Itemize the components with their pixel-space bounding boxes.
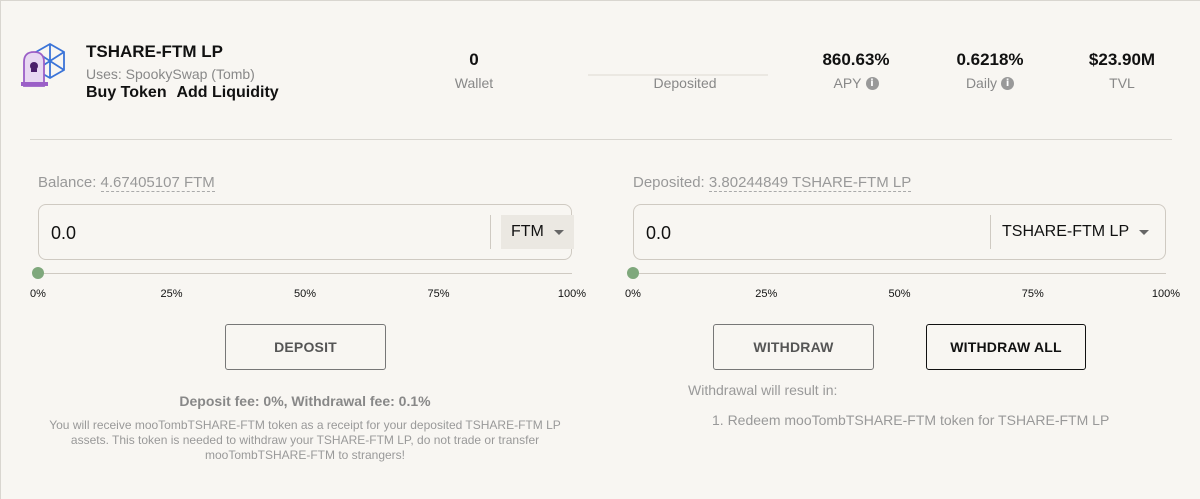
stat-apy: 860.63% APY i [806, 50, 906, 91]
withdraw-amount-input[interactable] [646, 219, 946, 247]
withdraw-deposited-amount[interactable]: 3.80244849 TSHARE-FTM LP [708, 174, 912, 192]
apy-info-icon[interactable]: i [865, 76, 879, 90]
withdraw-slider-track[interactable] [633, 273, 1166, 274]
withdraw-result-step: 1. Redeem mooTombTSHARE-FTM token for TS… [712, 412, 1110, 428]
deposit-balance-amount[interactable]: 4.67405107 FTM [100, 174, 215, 192]
header-divider [30, 139, 1172, 140]
deposit-button[interactable]: DEPOSIT [225, 324, 386, 370]
slider-percent-label[interactable]: 100% [1152, 288, 1180, 300]
tvl-value: $23.90M [1088, 50, 1156, 69]
slider-percent-label[interactable]: 0% [625, 288, 641, 300]
apy-label: APY i [806, 75, 906, 91]
apy-value: 860.63% [822, 50, 890, 69]
deposit-amount-input[interactable] [51, 219, 351, 247]
daily-label: Daily i [940, 75, 1040, 91]
withdraw-slider-handle[interactable] [627, 267, 639, 279]
stat-tvl: $23.90M TVL [1072, 50, 1172, 91]
chevron-down-icon [553, 229, 564, 235]
stat-wallet: 0 Wallet [434, 50, 514, 91]
daily-value: 0.6218% [956, 50, 1024, 69]
withdraw-token-select[interactable]: TSHARE-FTM LP [992, 215, 1159, 249]
slider-percent-label[interactable]: 100% [558, 288, 586, 300]
withdraw-input-separator [990, 215, 991, 249]
deposit-slider-handle[interactable] [32, 267, 44, 279]
wallet-label: Wallet [454, 75, 494, 91]
add-liquidity-link[interactable]: Add Liquidity [176, 84, 278, 101]
wallet-value: 0 [469, 50, 479, 69]
deposit-token-label: FTM [511, 223, 544, 240]
deposit-token-select[interactable]: FTM [501, 215, 574, 249]
slider-percent-label[interactable]: 25% [160, 288, 182, 300]
withdraw-token-label: TSHARE-FTM LP [1002, 223, 1130, 240]
deposited-label: Deposited [653, 75, 717, 91]
slider-percent-label[interactable]: 75% [427, 288, 449, 300]
tvl-label: TVL [1109, 75, 1135, 91]
withdraw-deposited-label: Deposited: 3.80244849 TSHARE-FTM LP [633, 174, 912, 192]
stat-daily: 0.6218% Daily i [940, 50, 1040, 91]
vault-name: TSHARE-FTM LP [86, 42, 223, 61]
slider-percent-label[interactable]: 75% [1022, 288, 1044, 300]
stat-deposited: Deposited [625, 50, 745, 91]
slider-percent-label[interactable]: 50% [294, 288, 316, 300]
deposit-balance-label: Balance: 4.67405107 FTM [38, 174, 215, 192]
vault-links: Buy Token Add Liquidity [86, 84, 285, 102]
deposited-value [625, 50, 745, 72]
daily-info-icon[interactable]: i [1001, 76, 1015, 90]
slider-percent-label[interactable]: 0% [30, 288, 46, 300]
withdraw-input-box: TSHARE-FTM LP [633, 204, 1166, 260]
withdraw-button[interactable]: WITHDRAW [713, 324, 874, 370]
withdraw-result-title: Withdrawal will result in: [688, 382, 838, 398]
deposit-input-box: FTM [38, 204, 574, 260]
slider-percent-label[interactable]: 50% [888, 288, 910, 300]
chevron-down-icon [1139, 229, 1150, 235]
deposit-slider-track[interactable] [38, 273, 572, 274]
withdraw-all-button[interactable]: WITHDRAW ALL [926, 324, 1086, 370]
receipt-note: You will receive mooTombTSHARE-FTM token… [49, 418, 561, 462]
vault-platform: Uses: SpookySwap (Tomb) [86, 66, 255, 82]
vault-logo-icon [21, 42, 65, 87]
buy-token-link[interactable]: Buy Token [86, 84, 167, 101]
slider-percent-label[interactable]: 25% [755, 288, 777, 300]
fee-text: Deposit fee: 0%, Withdrawal fee: 0.1% [179, 393, 431, 409]
deposit-input-separator [490, 215, 491, 249]
